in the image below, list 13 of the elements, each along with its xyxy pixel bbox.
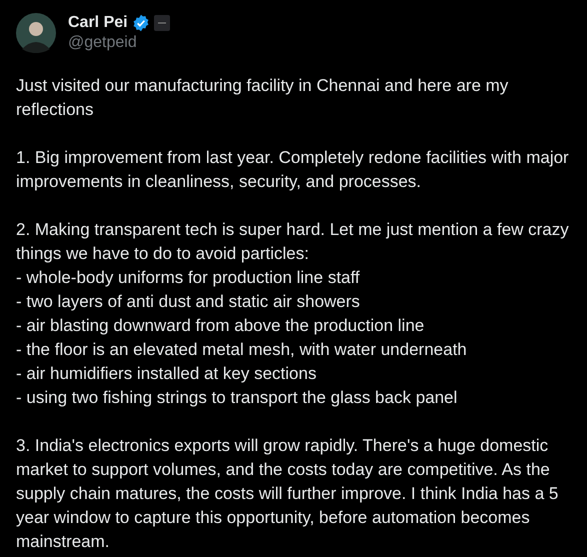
tweet-paragraph: 2. Making transparent tech is super hard. Let me just mention a few crazy things we have to do to avoid particles: xyxy=(16,219,570,265)
tweet-paragraph: 3. India's electronics exports will grow rapidly. There's a huge domestic market to support volumes, and the costs today are competitive. As the supply chain matures, the costs will further improve. I think India has a 5 year window to capture this opportunity, before automation becomes mainstream. xyxy=(16,435,560,553)
tweet-list-line: - air blasting downward from above the production line xyxy=(16,315,426,337)
tweet-paragraph: Just visited our manufacturing facility in Chennai and here are my reflections xyxy=(16,75,510,121)
tweet-list-line: - two layers of anti dust and static air showers xyxy=(16,291,361,313)
tweet-list-line: - air humidifiers installed at key sections xyxy=(16,363,318,385)
author-name[interactable]: Carl Pei xyxy=(68,13,128,33)
author-handle[interactable]: @getpeid xyxy=(68,33,170,53)
tweet-list-line: - whole-body uniforms for production line staff xyxy=(16,267,361,289)
tweet-paragraph: 1. Big improvement from last year. Completely redone facilities with major improvements in cleanliness, security, and processes. xyxy=(16,147,570,193)
tweet-list-line: - the floor is an elevated metal mesh, with water underneath xyxy=(16,339,468,361)
tweet-list-line: - using two fishing strings to transport the glass back panel xyxy=(16,387,458,409)
avatar[interactable] xyxy=(16,13,56,53)
